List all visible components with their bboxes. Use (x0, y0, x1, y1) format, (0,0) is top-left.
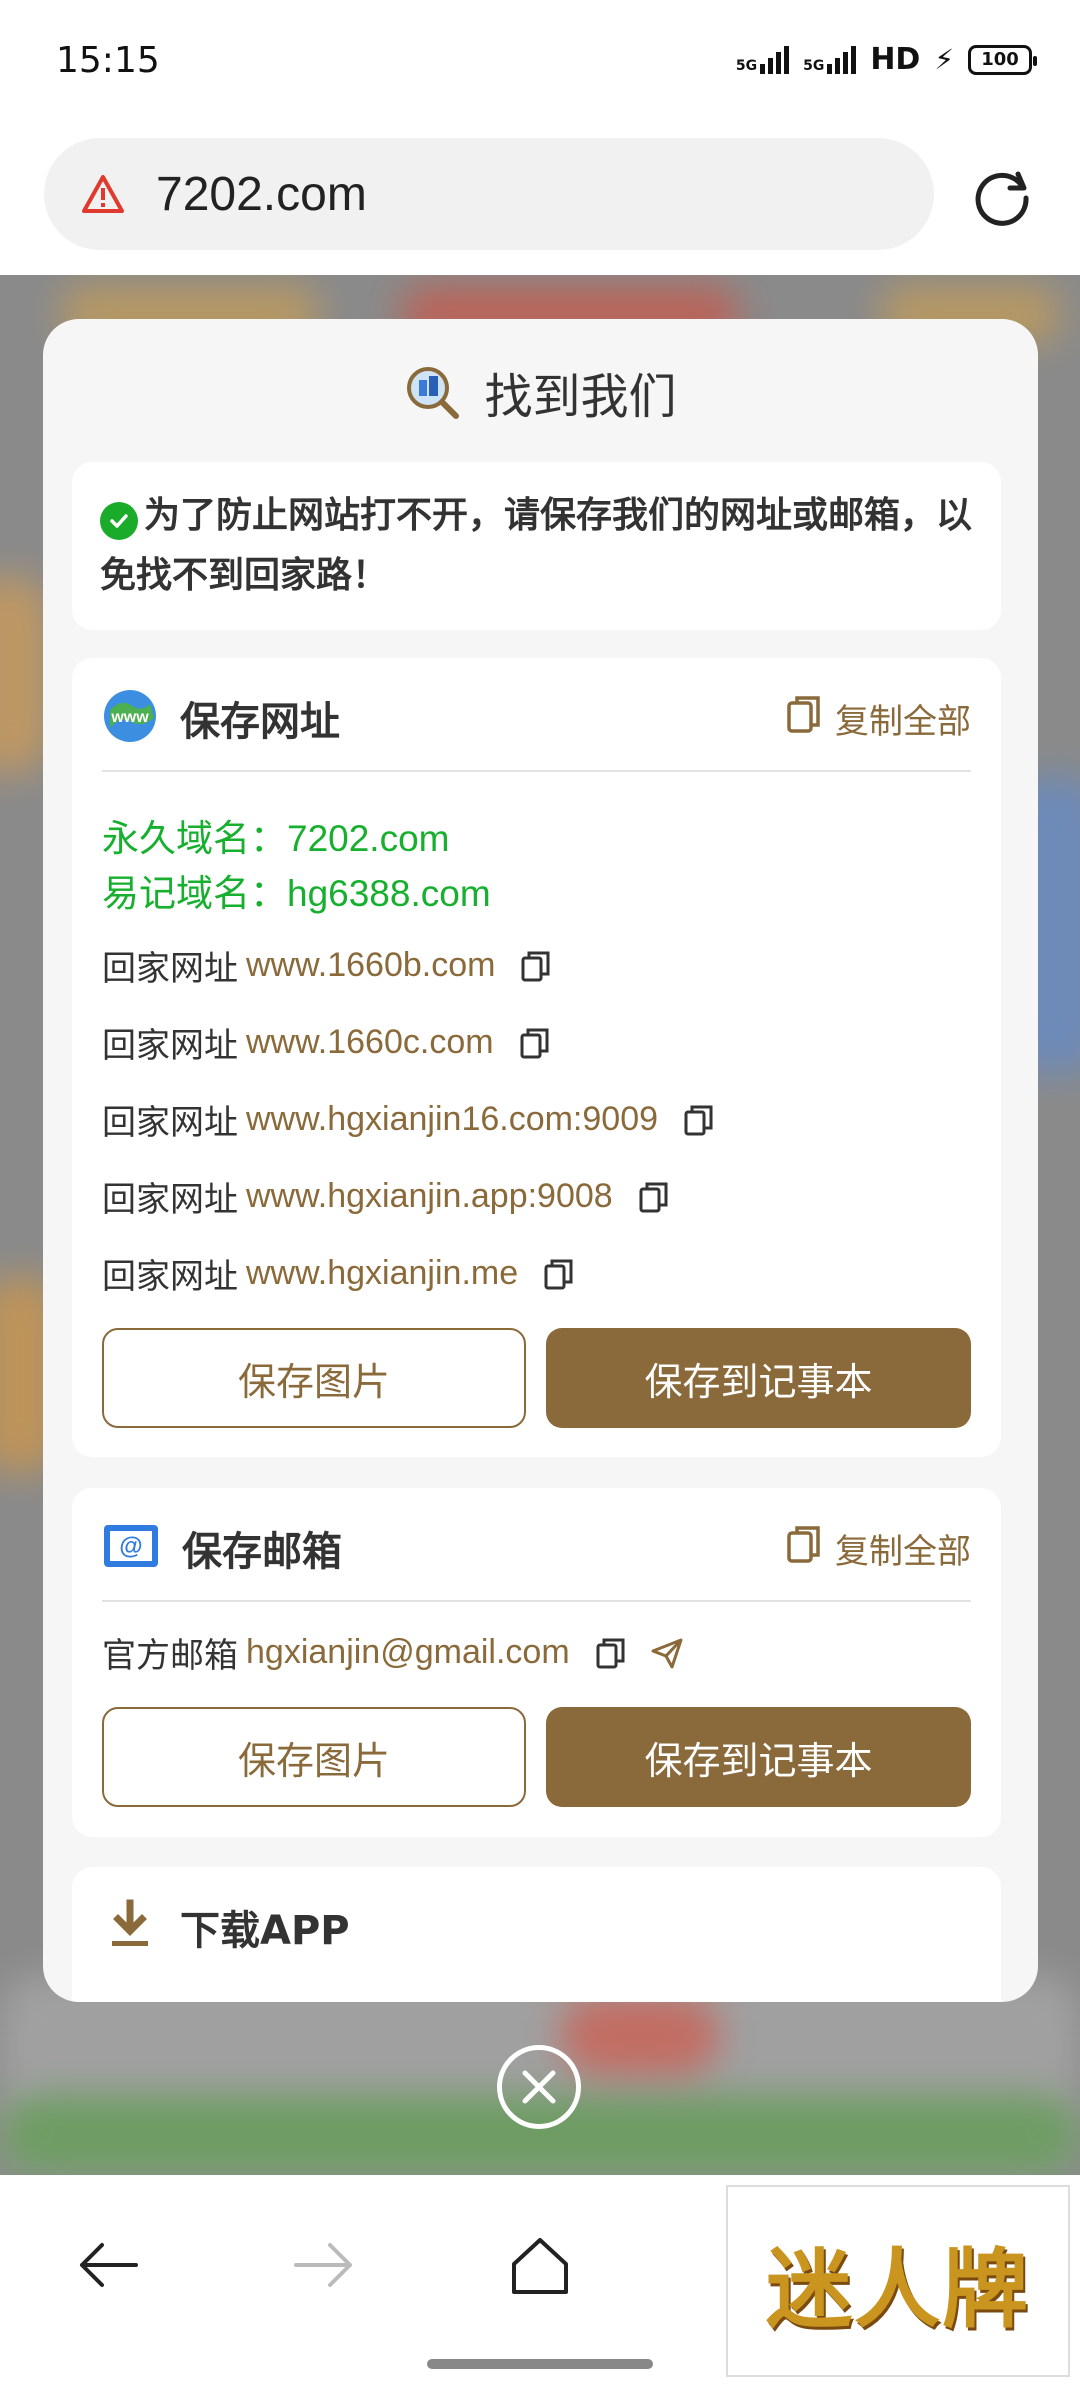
svg-text:@: @ (119, 1533, 142, 1560)
browser-toolbar: 7202.com (0, 120, 1080, 275)
save-to-notes-button[interactable]: 保存到记事本 (546, 1328, 971, 1428)
notice-card: 为了防止网站打不开，请保存我们的网址或邮箱，以免找不到回家路！ (72, 462, 1001, 630)
modal-header: 找到我们 (43, 357, 1038, 427)
back-icon[interactable] (68, 2225, 148, 2305)
copy-all-label: 复制全部 (835, 702, 971, 742)
save-image-button[interactable]: 保存图片 (102, 1707, 526, 1807)
home-indicator[interactable] (427, 2359, 653, 2369)
status-bar: 15:15 5G 5G HD ⚡ 100 (0, 0, 1080, 120)
save-to-notes-button[interactable]: 保存到记事本 (546, 1707, 971, 1807)
find-us-modal: 找到我们 为了防止网站打不开，请保存我们的网址或邮箱，以免找不到回家路！ www… (43, 319, 1038, 2002)
save-urls-card: www 保存网址 复制全部 永久域名：7202.com 易记域名：hg6388.… (72, 658, 1001, 1457)
download-app-card: 下载APP (72, 1867, 1001, 2002)
copy-icon (787, 695, 821, 742)
list-item: 回家网址 www.hgxianjin.app:9008 (102, 1172, 671, 1221)
globe-www-icon: www (102, 688, 158, 748)
permanent-domain-value: 7202.com (287, 818, 450, 859)
save-image-button[interactable]: 保存图片 (102, 1328, 526, 1428)
search-building-icon (404, 364, 460, 420)
copy-icon[interactable] (684, 1104, 716, 1136)
url-link[interactable]: www.hgxianjin16.com:9009 (246, 1100, 658, 1139)
email-card-header: @ 保存邮箱 复制全部 (102, 1516, 971, 1580)
list-item: 回家网址 www.1660b.com (102, 941, 553, 990)
svg-text:www: www (110, 709, 149, 726)
urls-card-header: www 保存网址 复制全部 (102, 686, 971, 750)
ad-banner[interactable]: 迷人牌 (726, 2185, 1070, 2377)
mail-icon: @ (102, 1521, 160, 1575)
url-link[interactable]: www.1660b.com (246, 946, 495, 985)
modal-title: 找到我们 (484, 369, 677, 425)
copy-icon (787, 1525, 821, 1572)
warning-icon[interactable] (80, 171, 126, 217)
ad-text: 迷人牌 (766, 2238, 1030, 2340)
send-icon[interactable] (650, 1637, 683, 1669)
copy-icon[interactable] (639, 1181, 671, 1213)
download-icon (102, 1897, 158, 1957)
copy-all-label: 复制全部 (835, 1532, 971, 1572)
divider (102, 1600, 971, 1602)
charging-icon: ⚡ (934, 43, 954, 76)
copy-icon[interactable] (520, 1027, 552, 1059)
list-item: 回家网址 www.hgxianjin16.com:9009 (102, 1095, 716, 1144)
signal-icon-1: 5G (736, 45, 790, 74)
app-card-header: 下载APP (102, 1895, 971, 1959)
address-bar[interactable]: 7202.com (44, 138, 934, 250)
email-address[interactable]: hgxianjin@gmail.com (246, 1633, 570, 1672)
copy-icon[interactable] (521, 950, 553, 982)
copy-all-email-button[interactable]: 复制全部 (787, 1524, 971, 1573)
list-item: 回家网址 www.hgxianjin.me (102, 1249, 576, 1298)
easy-domain: 易记域名：hg6388.com (102, 872, 491, 915)
app-card-title: 下载APP (180, 1908, 350, 1954)
list-item: 回家网址 www.1660c.com (102, 1018, 552, 1067)
permanent-domain: 永久域名：7202.com (102, 817, 450, 860)
urls-card-title: 保存网址 (180, 699, 340, 745)
status-time: 15:15 (56, 40, 160, 81)
url-link[interactable]: www.hgxianjin.app:9008 (246, 1177, 613, 1216)
bottom-nav: 迷人牌 (0, 2175, 1080, 2400)
email-card-title: 保存邮箱 (182, 1529, 342, 1575)
signal-icon-2: 5G (803, 45, 857, 74)
url-link[interactable]: www.1660c.com (246, 1023, 494, 1062)
status-icons: 5G 5G HD ⚡ 100 (736, 42, 1037, 77)
battery-icon: 100 (968, 44, 1037, 75)
url-text: 7202.com (156, 167, 367, 221)
notice-text: 为了防止网站打不开，请保存我们的网址或邮箱，以免找不到回家路！ (100, 495, 973, 596)
forward-icon[interactable] (284, 2225, 364, 2305)
copy-icon[interactable] (544, 1258, 576, 1290)
email-row: 官方邮箱 hgxianjin@gmail.com (102, 1628, 683, 1677)
copy-icon[interactable] (596, 1637, 628, 1669)
close-icon[interactable] (497, 2045, 581, 2129)
home-icon[interactable] (500, 2225, 580, 2305)
hd-icon: HD (870, 42, 921, 77)
reload-icon[interactable] (970, 164, 1034, 228)
url-link[interactable]: www.hgxianjin.me (246, 1254, 518, 1293)
copy-all-urls-button[interactable]: 复制全部 (787, 694, 971, 743)
check-icon (100, 502, 138, 540)
save-email-card: @ 保存邮箱 复制全部 官方邮箱 hgxianjin@gmail.com 保存图… (72, 1488, 1001, 1837)
divider (102, 770, 971, 772)
easy-domain-value: hg6388.com (287, 873, 491, 914)
